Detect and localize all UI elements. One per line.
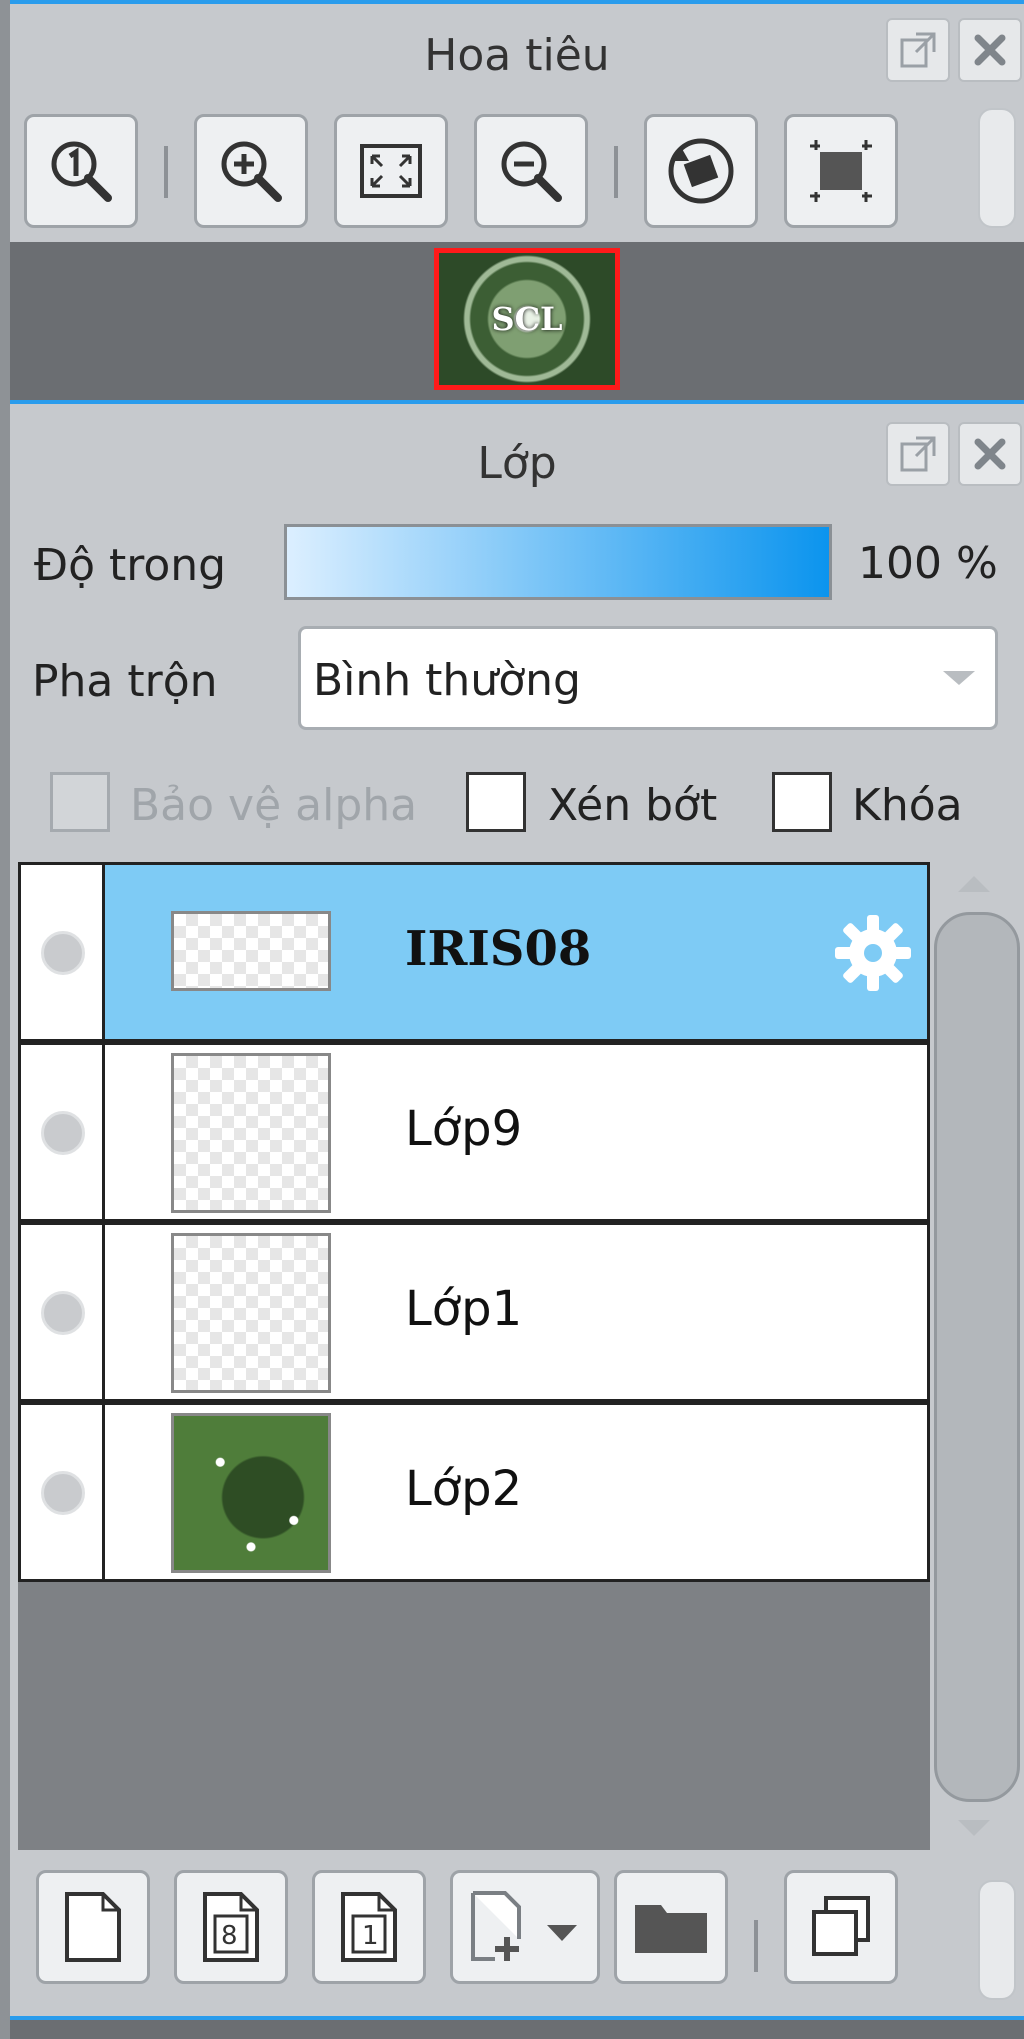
- left-edge: [0, 0, 10, 2039]
- layer-name: Lớp2: [405, 1461, 523, 1517]
- layer-thumbnail: [171, 1053, 331, 1213]
- app-window: Hoa tiêu SCL Lớp Độ trong 100 % Pha trộn…: [0, 0, 1024, 2039]
- detach-icon: [900, 436, 936, 472]
- layer-list-scrollbar[interactable]: [932, 862, 1020, 1850]
- navigator-scrollbar[interactable]: [978, 108, 1016, 228]
- chevron-down-icon: [943, 671, 975, 685]
- layer-body[interactable]: Lớp2: [105, 1405, 927, 1579]
- visibility-dot-icon: [41, 1111, 85, 1155]
- layers-header: Lớp: [10, 400, 1024, 500]
- navigator-title: Hoa tiêu: [424, 30, 610, 81]
- opacity-value: 100 %: [858, 538, 998, 589]
- layer-bit-badge: 8: [221, 1921, 238, 1951]
- scroll-up-icon[interactable]: [958, 876, 990, 892]
- scroll-down-icon[interactable]: [958, 1820, 990, 1836]
- opacity-slider[interactable]: [284, 524, 832, 600]
- zoom-in-button[interactable]: [194, 114, 308, 228]
- visibility-dot-icon: [41, 1291, 85, 1335]
- toolbar-separator: [754, 1920, 758, 1972]
- layers-detach-button[interactable]: [886, 422, 950, 486]
- layer-bit-badge: 1: [362, 1921, 379, 1951]
- protect-alpha-checkbox[interactable]: [50, 772, 110, 832]
- rotate-reset-icon: [668, 138, 734, 204]
- layer-name: Lớp9: [405, 1101, 523, 1157]
- duplicate-layer-icon: [812, 1896, 870, 1956]
- layer-thumbnail: [171, 1233, 331, 1393]
- fit-to-window-button[interactable]: [334, 114, 448, 228]
- layer-name: Lớp1: [405, 1281, 523, 1337]
- visibility-toggle[interactable]: [21, 1045, 105, 1219]
- visibility-dot-icon: [41, 931, 85, 975]
- layer-row-lop1[interactable]: Lớp1: [18, 1222, 930, 1402]
- fit-canvas-button[interactable]: [784, 114, 898, 228]
- fit-canvas-icon: [810, 140, 872, 202]
- rotate-reset-button[interactable]: [644, 114, 758, 228]
- layer-row-lop9[interactable]: Lớp9: [18, 1042, 930, 1222]
- layer-body[interactable]: Lớp1: [105, 1225, 927, 1399]
- layer-row-lop2[interactable]: Lớp2: [18, 1402, 930, 1582]
- layer-body[interactable]: Lớp9: [105, 1045, 927, 1219]
- navigator-view-frame[interactable]: SCL: [434, 248, 620, 390]
- add-layer-dropdown-button[interactable]: [450, 1870, 600, 1984]
- close-icon: [974, 438, 1006, 470]
- layer-list: IRIS08 Lớp9 Lớp1 Lớp2: [18, 862, 930, 1850]
- new-1bit-layer-button[interactable]: 1: [312, 1870, 426, 1984]
- navigator-preview[interactable]: SCL: [10, 242, 1024, 400]
- visibility-toggle[interactable]: [21, 1405, 105, 1579]
- blend-label: Pha trộn: [32, 656, 218, 707]
- visibility-dot-icon: [41, 1471, 85, 1515]
- layers-close-button[interactable]: [958, 422, 1022, 486]
- layer-row-iris08[interactable]: IRIS08: [18, 862, 930, 1042]
- layers-title: Lớp: [477, 438, 557, 489]
- visibility-toggle[interactable]: [21, 1225, 105, 1399]
- lock-label: Khóa: [852, 780, 963, 831]
- preview-text: SCL: [491, 300, 563, 338]
- new-folder-button[interactable]: [614, 1870, 728, 1984]
- new-8bit-layer-button[interactable]: 8: [174, 1870, 288, 1984]
- layer-thumbnail: [171, 1413, 331, 1573]
- new-layer-button[interactable]: [36, 1870, 150, 1984]
- layers-toolbar: 8 1: [10, 1850, 1024, 2016]
- zoom-in-icon: [221, 141, 282, 202]
- folder-icon: [635, 1905, 707, 1953]
- layer-thumbnail: [171, 911, 331, 991]
- zoom-actual-size-icon: [51, 141, 112, 202]
- bottom-panel-edge: [10, 2016, 1024, 2039]
- gear-icon[interactable]: [833, 913, 913, 993]
- add-layer-dropdown-icon: [471, 1891, 577, 1961]
- layer-name: IRIS08: [405, 921, 592, 977]
- close-icon: [974, 34, 1006, 66]
- fit-to-window-icon: [360, 144, 422, 198]
- duplicate-layer-button[interactable]: [784, 1870, 898, 1984]
- clip-checkbox[interactable]: [466, 772, 526, 832]
- navigator-detach-button[interactable]: [886, 18, 950, 82]
- toolbar-separator: [164, 146, 168, 198]
- detach-icon: [900, 32, 936, 68]
- visibility-toggle[interactable]: [21, 865, 105, 1039]
- scrollbar-thumb[interactable]: [934, 912, 1020, 1802]
- lock-checkbox[interactable]: [772, 772, 832, 832]
- opacity-label: Độ trong: [34, 540, 227, 591]
- protect-alpha-label: Bảo vệ alpha: [130, 780, 418, 831]
- toolbar-separator: [614, 146, 618, 198]
- blend-mode-value: Bình thường: [313, 655, 581, 706]
- navigator-header: Hoa tiêu: [10, 0, 1024, 98]
- toolbar-scrollbar[interactable]: [978, 1880, 1016, 2000]
- zoom-out-button[interactable]: [474, 114, 588, 228]
- navigator-close-button[interactable]: [958, 18, 1022, 82]
- navigator-toolbar: [10, 98, 1024, 238]
- zoom-actual-size-button[interactable]: [24, 114, 138, 228]
- layer-body[interactable]: IRIS08: [105, 865, 927, 1039]
- blend-mode-select[interactable]: Bình thường: [298, 626, 998, 730]
- new-layer-icon: [65, 1892, 121, 1962]
- zoom-out-icon: [501, 141, 562, 202]
- clip-label: Xén bớt: [548, 780, 718, 831]
